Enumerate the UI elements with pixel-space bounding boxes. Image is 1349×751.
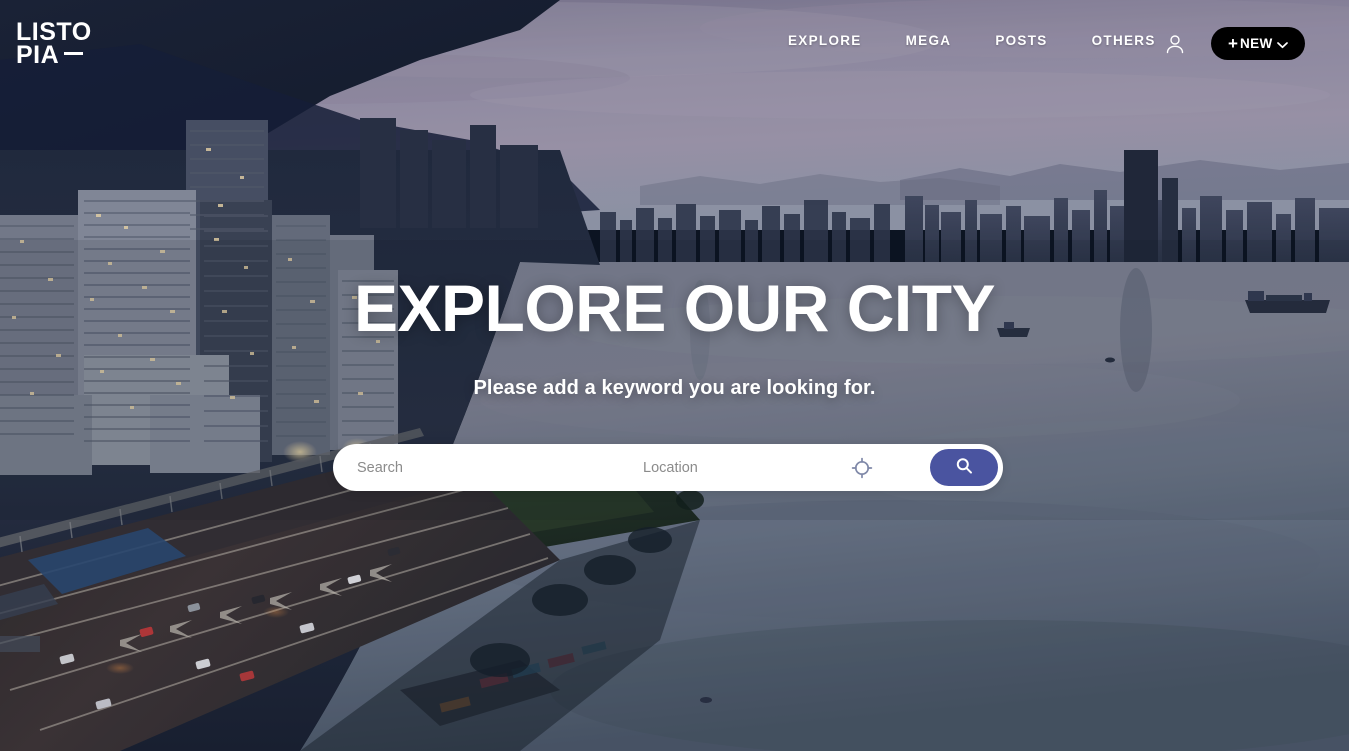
search-input[interactable]: [357, 445, 642, 490]
nav-item-others[interactable]: OTHERS: [1070, 33, 1178, 48]
nav-item-explore[interactable]: EXPLORE: [766, 33, 884, 48]
logo-dash-icon: [64, 52, 84, 55]
hero-background-image: [0, 0, 1349, 751]
nav-item-mega[interactable]: MEGA: [884, 33, 974, 48]
add-new-button[interactable]: + NEW: [1211, 27, 1305, 60]
user-icon[interactable]: [1163, 32, 1187, 56]
site-logo[interactable]: LISTO PIA: [16, 20, 92, 69]
primary-nav-links: EXPLORE MEGA POSTS OTHERS: [766, 33, 1178, 48]
nav-item-posts[interactable]: POSTS: [973, 33, 1069, 48]
location-input[interactable]: [643, 445, 838, 490]
chevron-down-icon: [1276, 37, 1288, 52]
hero-search-bar: [333, 444, 1003, 491]
plus-icon: +: [1228, 33, 1238, 53]
add-new-label: NEW: [1239, 36, 1273, 51]
search-icon: [955, 457, 973, 478]
search-submit-button[interactable]: [930, 449, 998, 486]
logo-line-2: PIA: [16, 41, 60, 69]
hero-section: LISTO PIA EXPLORE MEGA POSTS OTHERS + NE…: [0, 0, 1349, 751]
crosshair-locate-icon[interactable]: [851, 457, 873, 479]
top-navigation-bar: LISTO PIA EXPLORE MEGA POSTS OTHERS + NE…: [0, 0, 1349, 88]
